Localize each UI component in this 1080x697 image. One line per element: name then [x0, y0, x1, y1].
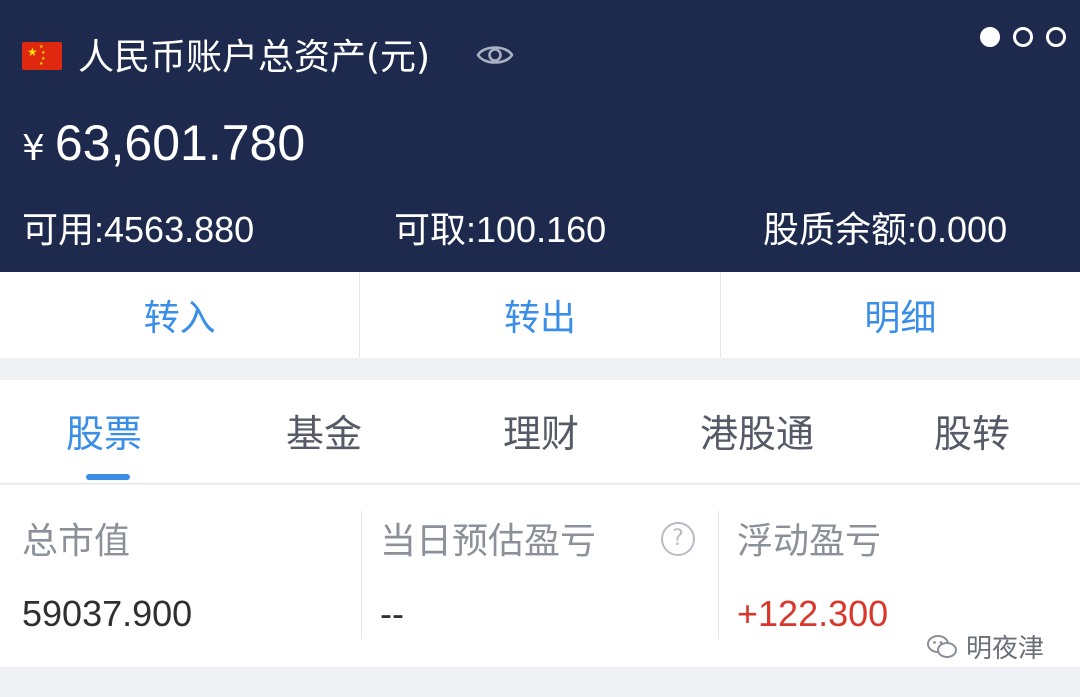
transfer-in-button[interactable]: 转入: [0, 272, 361, 358]
tab-stocks[interactable]: 股票: [66, 408, 142, 460]
market-value: 59037.900: [22, 593, 193, 634]
transfer-out-button[interactable]: 转出: [360, 272, 721, 358]
currency-symbol: ¥: [22, 128, 45, 169]
tab-wealth[interactable]: 理财: [503, 408, 579, 460]
page-dot[interactable]: [1013, 27, 1033, 47]
floating-pnl-value: +122.300: [737, 593, 889, 634]
column-divider: [718, 511, 719, 639]
asset-tabs: 股票 基金 理财 港股通 股转: [0, 380, 1080, 484]
china-flag-icon: ★ ★ ★ ★ ★: [22, 42, 62, 70]
total-assets: ¥63,601.780: [22, 114, 305, 172]
pledge-balance: 股质余额:0.000: [763, 209, 1008, 250]
withdrawable-funds: 可取:100.160: [394, 209, 607, 250]
market-value-label: 总市值: [22, 521, 131, 562]
tab-share-transfer[interactable]: 股转: [934, 408, 1010, 460]
active-tab-indicator: [86, 474, 130, 480]
floating-pnl-label: 浮动盈亏: [737, 521, 882, 562]
position-summary: [0, 485, 1080, 667]
page-dot[interactable]: [1046, 27, 1066, 47]
eye-icon[interactable]: [476, 40, 514, 70]
details-button[interactable]: 明细: [721, 272, 1080, 358]
help-icon[interactable]: ?: [661, 522, 695, 556]
column-divider: [361, 511, 362, 639]
daily-pnl-label: 当日预估盈亏: [380, 521, 597, 562]
page-indicator: [980, 27, 1066, 49]
available-funds: 可用:4563.880: [22, 209, 255, 250]
total-assets-value: 63,601.780: [54, 115, 306, 171]
wechat-icon: [927, 634, 957, 658]
account-title: 人民币账户总资产(元): [78, 37, 431, 78]
tab-funds[interactable]: 基金: [286, 408, 362, 460]
action-bar: 转入 转出 明细: [0, 272, 1080, 358]
watermark-text: 明夜津: [966, 634, 1045, 664]
page-dot-active[interactable]: [980, 27, 1000, 47]
account-header: ★ ★ ★ ★ ★ 人民币账户总资产(元) ¥63,601.780 可用:4563.88…: [0, 0, 1080, 272]
daily-pnl-value: --: [380, 593, 404, 634]
watermark: 明夜津: [926, 628, 1044, 665]
tab-hk-connect[interactable]: 港股通: [700, 408, 814, 460]
